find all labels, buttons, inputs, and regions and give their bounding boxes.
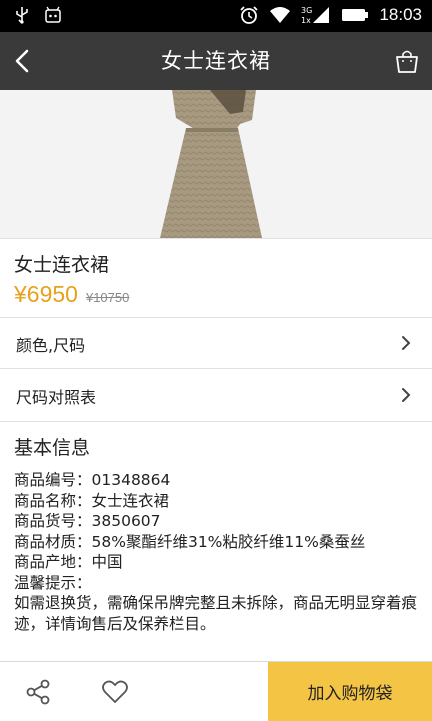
alarm-icon	[240, 6, 259, 24]
price-row: ¥6950 ¥10750	[14, 281, 129, 308]
shopping-bag-icon[interactable]	[394, 48, 420, 74]
notification-app-icon	[45, 6, 61, 23]
info-line-product-name: 商品名称：女士连衣裙	[14, 491, 170, 510]
svg-text:3G: 3G	[301, 6, 312, 15]
usb-icon	[16, 7, 28, 24]
divider	[0, 368, 432, 369]
signal-3g-icon: 3G 1x	[301, 6, 330, 25]
add-to-cart-button[interactable]: 加入购物袋	[268, 662, 432, 721]
info-line-article-no: 商品货号：3850607	[14, 512, 161, 530]
svg-text:1x: 1x	[301, 16, 311, 25]
wifi-icon	[270, 7, 291, 23]
original-price: ¥10750	[85, 290, 130, 305]
info-line-tip-text: 如需退换货，需确保吊牌完整且未拆除，商品无明显穿着痕迹，详情询售后及保养栏目。	[14, 594, 418, 633]
info-line-material: 商品材质：58%聚酯纤维31%粘胶纤维11%桑蚕丝	[14, 532, 366, 551]
info-line-origin: 商品产地：中国	[14, 553, 123, 571]
section-title-basic-info: 基本信息	[14, 437, 91, 459]
chevron-right-icon	[402, 336, 411, 350]
option-row-size-chart[interactable]: 尺码对照表	[0, 370, 432, 420]
heart-icon[interactable]	[101, 678, 129, 706]
top-nav-bar: 女士连衣裙	[0, 32, 432, 90]
product-image[interactable]	[0, 90, 432, 238]
basic-info-list: 商品编号：01348864 商品名称：女士连衣裙 商品货号：3850607 商品…	[14, 470, 418, 634]
status-bar: 3G 1x 18:03	[0, 0, 432, 32]
bottom-action-bar: 加入购物袋	[0, 661, 432, 721]
chevron-right-icon	[402, 388, 411, 402]
dress-photo	[0, 90, 432, 238]
battery-icon	[342, 9, 369, 21]
share-icon[interactable]	[24, 678, 52, 706]
info-line-product-id: 商品编号：01348864	[14, 471, 171, 489]
option-label: 尺码对照表	[16, 388, 97, 407]
option-label: 颜色,尺码	[16, 336, 86, 355]
option-row-color-size[interactable]: 颜色,尺码	[0, 318, 432, 368]
divider	[0, 421, 432, 422]
page-title: 女士连衣裙	[161, 49, 271, 73]
current-price: ¥6950	[14, 281, 78, 307]
status-time: 18:03	[379, 5, 422, 24]
info-line-tip-label: 温馨提示：	[14, 573, 92, 592]
product-name: 女士连衣裙	[14, 254, 110, 276]
divider	[0, 238, 432, 239]
